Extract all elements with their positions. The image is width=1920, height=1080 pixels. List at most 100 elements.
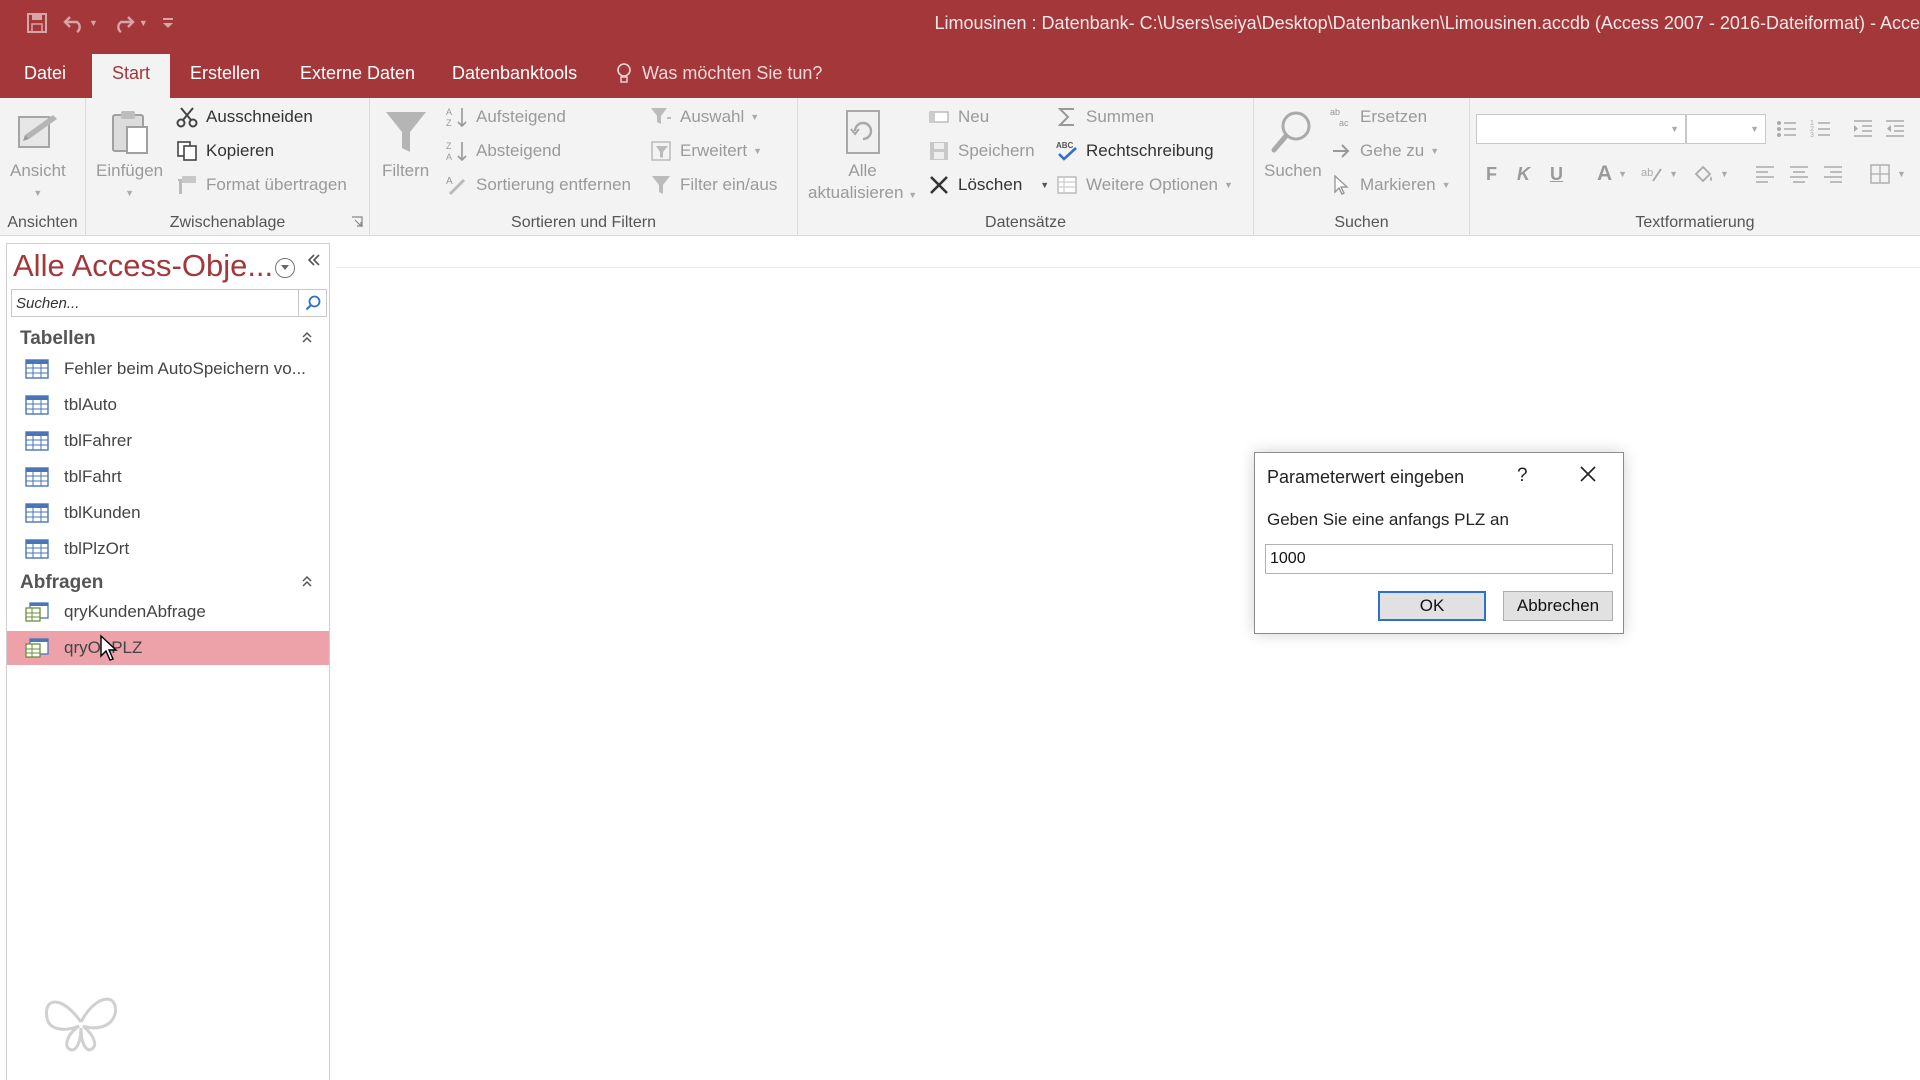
format-uebertragen-button[interactable]: Format übertragen: [176, 174, 347, 196]
section-tabellen[interactable]: Tabellen: [7, 325, 329, 355]
save-icon: [27, 13, 47, 33]
nav-item-table[interactable]: tblAuto: [7, 388, 329, 422]
aufsteigend-button[interactable]: AZ Aufsteigend: [446, 106, 566, 128]
customize-qat-button[interactable]: [162, 16, 174, 30]
title-bar: ▼ ▼ Limousinen : Datenbank- C:\Users\sei…: [0, 0, 1920, 48]
filter-ein-aus-button[interactable]: Filter ein/aus: [650, 174, 777, 196]
close-icon[interactable]: [1579, 465, 1597, 483]
group-sortieren-filtern: Filtern AZ Aufsteigend ZA Absteigend A S…: [370, 98, 798, 236]
double-chevron-left-icon: [307, 254, 320, 266]
ausschneiden-button[interactable]: Ausschneiden: [176, 106, 313, 128]
ribbon-tabs: Datei Start Erstellen Externe Daten Date…: [0, 48, 1920, 98]
double-chevron-up-icon[interactable]: [301, 574, 313, 588]
gridlines-icon[interactable]: [1869, 163, 1891, 185]
chevron-down-icon: [281, 265, 289, 270]
ansicht-button[interactable]: Ansicht ▼: [10, 104, 66, 204]
replace-icon: abac: [1330, 107, 1349, 128]
tab-externe-daten[interactable]: Externe Daten: [280, 60, 435, 98]
tab-datenbanktools[interactable]: Datenbanktools: [432, 60, 597, 98]
neu-button[interactable]: Neu: [928, 106, 989, 128]
suchen-button[interactable]: Suchen: [1264, 104, 1322, 182]
bold-button[interactable]: F: [1486, 164, 1497, 185]
tab-erstellen[interactable]: Erstellen: [170, 60, 280, 98]
nav-item-table[interactable]: Fehler beim AutoSpeichern vo...: [7, 352, 329, 386]
kopieren-button[interactable]: Kopieren: [176, 140, 274, 162]
save-button[interactable]: [26, 12, 48, 34]
toggle-filter-icon: [652, 176, 670, 194]
clear-sort-icon: A: [446, 176, 466, 196]
nav-item-query[interactable]: qryKundenAbfrage: [7, 595, 329, 629]
loeschen-button[interactable]: Löschen ▼: [928, 174, 1049, 196]
filtern-button[interactable]: Filtern: [382, 104, 429, 182]
undo-button[interactable]: ▼: [62, 13, 98, 33]
dialog-title: Parameterwert eingeben: [1267, 467, 1465, 487]
nav-item-query-selected[interactable]: qryOrtPLZ: [7, 631, 329, 665]
goto-arrow-icon: [1333, 144, 1350, 158]
nav-menu-button[interactable]: [275, 258, 295, 278]
table-icon: [25, 395, 49, 415]
lightbulb-icon: [617, 62, 631, 83]
parameter-value-input[interactable]: [1265, 544, 1613, 574]
weitere-optionen-button[interactable]: Weitere Optionen ▼: [1056, 174, 1233, 196]
align-center-icon[interactable]: [1789, 165, 1809, 183]
redo-icon: [117, 16, 135, 33]
increase-indent-icon[interactable]: [1852, 118, 1874, 140]
cancel-button[interactable]: Abbrechen: [1503, 591, 1613, 621]
markieren-button[interactable]: Markieren ▼: [1330, 174, 1451, 196]
nav-search-button[interactable]: [298, 290, 326, 316]
summen-button[interactable]: Summen: [1056, 106, 1154, 128]
section-label: Abfragen: [20, 572, 104, 593]
group-label-textformatierung: Textformatierung: [1635, 214, 1755, 231]
nav-pane-title[interactable]: Alle Access-Obje...: [13, 248, 273, 284]
nav-search-input[interactable]: [12, 290, 296, 316]
svg-text:3: 3: [1810, 132, 1814, 139]
erweitert-button[interactable]: Erweitert ▼: [650, 140, 762, 162]
ersetzen-button[interactable]: ab ac Ersetzen: [1330, 106, 1427, 128]
sortierung-entfernen-button[interactable]: A Sortierung entfernen: [446, 174, 631, 196]
group-label-suchen: Suchen: [1334, 214, 1389, 231]
collapse-pane-button[interactable]: [307, 253, 321, 267]
redo-button[interactable]: ▼: [112, 13, 148, 33]
double-chevron-up-icon[interactable]: [301, 330, 313, 344]
einfuegen-button[interactable]: Einfügen ▼: [96, 104, 163, 204]
dialog-prompt: Geben Sie eine anfangs PLZ an: [1267, 510, 1509, 529]
alle-aktualisieren-button[interactable]: Alle aktualisieren ▼: [808, 104, 917, 206]
help-button[interactable]: ?: [1517, 465, 1528, 487]
speichern-button[interactable]: Speichern: [928, 140, 1035, 162]
tell-me-box[interactable]: Was möchten Sie tun?: [616, 60, 822, 87]
decrease-indent-icon[interactable]: [1884, 118, 1906, 140]
highlight-icon[interactable]: ab: [1641, 163, 1663, 185]
fill-color-icon[interactable]: [1692, 163, 1714, 185]
numbered-list-icon[interactable]: 123: [1810, 118, 1832, 140]
nav-item-table[interactable]: tblKunden: [7, 496, 329, 530]
paste-icon: [111, 111, 148, 154]
tab-datei[interactable]: Datei: [4, 60, 86, 98]
underline-button[interactable]: U: [1550, 164, 1563, 185]
table-icon: [25, 467, 49, 487]
font-color-button[interactable]: A: [1597, 162, 1612, 186]
bullet-list-icon[interactable]: [1776, 118, 1798, 140]
align-left-icon[interactable]: [1755, 165, 1775, 183]
italic-button[interactable]: K: [1517, 164, 1530, 185]
nav-item-table[interactable]: tblPlzOrt: [7, 532, 329, 566]
customize-icon: [162, 18, 173, 28]
ok-button[interactable]: OK: [1378, 591, 1486, 621]
font-size-dropdown[interactable]: ▼: [1686, 114, 1766, 144]
filter-icon: [385, 112, 426, 152]
group-suchen: Suchen ab ac Ersetzen Gehe zu ▼ Markieren…: [1254, 98, 1470, 236]
save-record-icon: [930, 142, 948, 160]
find-icon: [1271, 111, 1311, 153]
svg-text:ac: ac: [1339, 118, 1349, 128]
auswahl-button[interactable]: Auswahl ▼: [650, 106, 759, 128]
selection-filter-icon: [651, 108, 671, 124]
nav-item-table[interactable]: tblFahrt: [7, 460, 329, 494]
rechtschreibung-button[interactable]: ABC Rechtschreibung: [1056, 140, 1214, 162]
tab-start[interactable]: Start: [92, 54, 171, 98]
search-icon: [305, 295, 320, 311]
font-name-dropdown[interactable]: ▼: [1476, 114, 1686, 144]
gehe-zu-button[interactable]: Gehe zu ▼: [1330, 140, 1439, 162]
align-right-icon[interactable]: [1823, 165, 1843, 183]
nav-item-table[interactable]: tblFahrer: [7, 424, 329, 458]
svg-text:ab: ab: [1641, 167, 1653, 179]
absteigend-button[interactable]: ZA Absteigend: [446, 140, 561, 162]
